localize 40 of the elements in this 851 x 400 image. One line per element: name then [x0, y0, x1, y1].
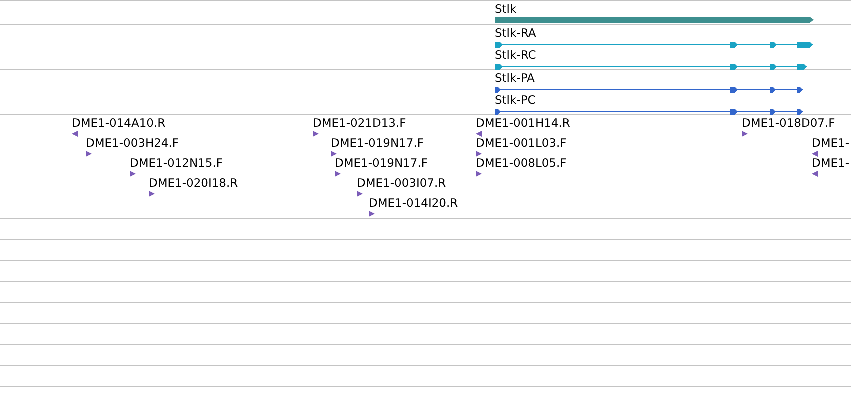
transcript-drawing[interactable] — [495, 63, 808, 71]
right-triangle-icon[interactable] — [369, 211, 375, 217]
right-triangle-icon[interactable] — [476, 171, 482, 177]
est-label: DME1-020I18.R — [149, 177, 238, 190]
left-triangle-icon[interactable] — [72, 131, 78, 137]
est-label: DME1- — [812, 137, 850, 150]
est-label: DME1- — [812, 157, 850, 170]
est-label: DME1-014A10.R — [72, 117, 166, 130]
right-triangle-icon[interactable] — [130, 171, 136, 177]
est-label: DME1-003H24.F — [86, 137, 180, 150]
est-label: DME1-008L05.F — [476, 157, 567, 170]
transcript-label: Stlk-RC — [495, 49, 536, 62]
est-label: DME1-012N15.F — [130, 157, 223, 170]
est-label: DME1-018D07.F — [742, 117, 836, 130]
left-triangle-icon[interactable] — [476, 131, 482, 137]
right-triangle-icon[interactable] — [335, 171, 341, 177]
right-triangle-icon[interactable] — [313, 131, 319, 137]
right-triangle-icon[interactable] — [331, 151, 337, 157]
protein-label: Stlk-PA — [495, 72, 535, 85]
est-label: DME1-001L03.F — [476, 137, 567, 150]
protein-drawing[interactable] — [495, 86, 804, 94]
right-triangle-icon[interactable] — [476, 151, 482, 157]
est-label: DME1-001H14.R — [476, 117, 570, 130]
est-label: DME1-014I20.R — [369, 197, 458, 210]
transcript-label: Stlk-RA — [495, 27, 536, 40]
est-label: DME1-019N17.F — [335, 157, 428, 170]
est-label: DME1-003I07.R — [357, 177, 446, 190]
left-triangle-icon[interactable] — [812, 151, 818, 157]
transcript-drawing[interactable] — [495, 41, 814, 49]
right-triangle-icon[interactable] — [357, 191, 363, 197]
protein-drawing[interactable] — [495, 108, 804, 116]
gene-bar[interactable] — [495, 16, 814, 23]
est-label: DME1-019N17.F — [331, 137, 424, 150]
right-triangle-icon[interactable] — [742, 131, 748, 137]
right-triangle-icon[interactable] — [149, 191, 155, 197]
left-triangle-icon[interactable] — [812, 171, 818, 177]
right-triangle-icon[interactable] — [86, 151, 92, 157]
est-label: DME1-021D13.F — [313, 117, 406, 130]
gene-label: Stlk — [495, 3, 517, 16]
protein-label: Stlk-PC — [495, 94, 536, 107]
